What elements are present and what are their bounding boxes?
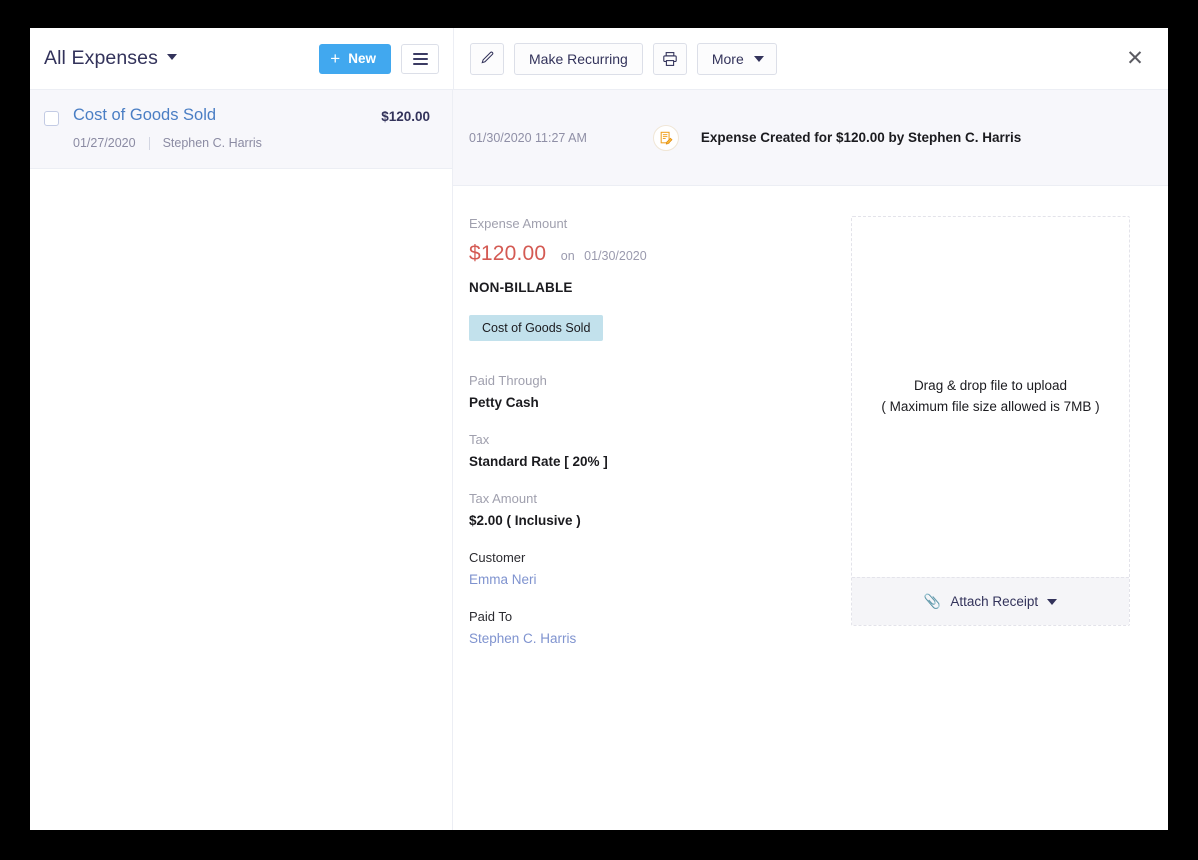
timeline-timestamp: 01/30/2020 11:27 AM [469,131,587,145]
printer-icon [662,51,678,67]
list-item-top-row: Cost of Goods Sold $120.00 [44,106,430,126]
expense-amount-row: $120.00 on 01/30/2020 [469,242,839,266]
expense-detail-pane: 01/30/2020 11:27 AM Expense Created for … [453,90,1168,830]
detail-body: Expense Amount $120.00 on 01/30/2020 NON… [453,186,1168,830]
more-button[interactable]: More [697,43,777,75]
dropzone-line2: ( Maximum file size allowed is 7MB ) [881,397,1099,418]
list-item-date: 01/27/2020 [73,136,136,150]
caret-down-icon [167,54,177,60]
make-recurring-button[interactable]: Make Recurring [514,43,643,75]
field-label: Customer [469,550,839,565]
print-button[interactable] [653,43,687,75]
list-item-user: Stephen C. Harris [163,136,262,150]
field-value: Standard Rate [ 20% ] [469,454,839,469]
field-paid-through: Paid Through Petty Cash [469,373,839,410]
field-label: Paid To [469,609,839,624]
page-title[interactable]: All Expenses [44,47,177,70]
list-pane-header: All Expenses + New [30,28,453,90]
expense-fields: Expense Amount $120.00 on 01/30/2020 NON… [453,216,839,830]
expense-list-pane: Cost of Goods Sold $120.00 01/27/2020 St… [30,90,453,830]
more-label: More [712,51,744,67]
expense-amount-on-word: on [561,249,575,263]
close-icon[interactable]: ✕ [1118,42,1152,76]
billable-status: NON-BILLABLE [469,280,839,295]
field-value[interactable]: Emma Neri [469,572,839,587]
receipt-upload-column: Drag & drop file to upload ( Maximum fil… [839,216,1168,830]
make-recurring-label: Make Recurring [529,51,628,67]
timeline-bar: 01/30/2020 11:27 AM Expense Created for … [453,90,1168,186]
new-button[interactable]: + New [319,44,391,74]
field-customer: Customer Emma Neri [469,550,839,587]
pencil-icon [480,51,495,66]
field-value: Petty Cash [469,395,839,410]
expense-amount-label: Expense Amount [469,216,839,231]
list-header-actions: + New [319,44,439,74]
dropzone-line1: Drag & drop file to upload [914,376,1067,397]
field-list: Paid Through Petty Cash Tax Standard Rat… [469,373,839,646]
paperclip-icon: 📎 [924,593,941,610]
attach-receipt-label: Attach Receipt [950,594,1038,609]
new-button-label: New [348,51,376,66]
expense-note-icon [653,125,679,151]
edit-button[interactable] [470,43,504,75]
field-tax: Tax Standard Rate [ 20% ] [469,432,839,469]
category-tag: Cost of Goods Sold [469,315,603,341]
field-paid-to: Paid To Stephen C. Harris [469,609,839,646]
list-item-name[interactable]: Cost of Goods Sold [73,106,216,125]
field-value[interactable]: Stephen C. Harris [469,631,839,646]
page-title-text: All Expenses [44,47,158,69]
dropzone-message: Drag & drop file to upload ( Maximum fil… [852,217,1129,577]
field-tax-amount: Tax Amount $2.00 ( Inclusive ) [469,491,839,528]
plus-icon: + [330,50,340,67]
field-label: Tax Amount [469,491,839,506]
divider [149,137,150,150]
expense-amount-value: $120.00 [469,242,546,265]
expense-detail-window: All Expenses + New Make Recurring [30,28,1168,830]
list-item-amount: $120.00 [381,106,430,124]
timeline-text: Expense Created for $120.00 by Stephen C… [701,130,1021,145]
list-item-meta: 01/27/2020 Stephen C. Harris [73,136,430,150]
caret-down-icon [754,56,764,62]
field-value: $2.00 ( Inclusive ) [469,513,839,528]
expense-date: 01/30/2020 [584,249,647,263]
attach-receipt-button[interactable]: 📎 Attach Receipt [852,577,1129,625]
detail-toolbar: Make Recurring More ✕ [453,28,1168,90]
hamburger-menu-icon[interactable] [401,44,439,74]
dropzone[interactable]: Drag & drop file to upload ( Maximum fil… [851,216,1130,626]
body-row: Cost of Goods Sold $120.00 01/27/2020 St… [30,90,1168,830]
field-label: Paid Through [469,373,839,388]
top-bars: All Expenses + New Make Recurring [30,28,1168,90]
field-label: Tax [469,432,839,447]
list-item[interactable]: Cost of Goods Sold $120.00 01/27/2020 St… [30,90,452,169]
caret-down-icon [1047,599,1057,605]
checkbox-icon[interactable] [44,111,59,126]
